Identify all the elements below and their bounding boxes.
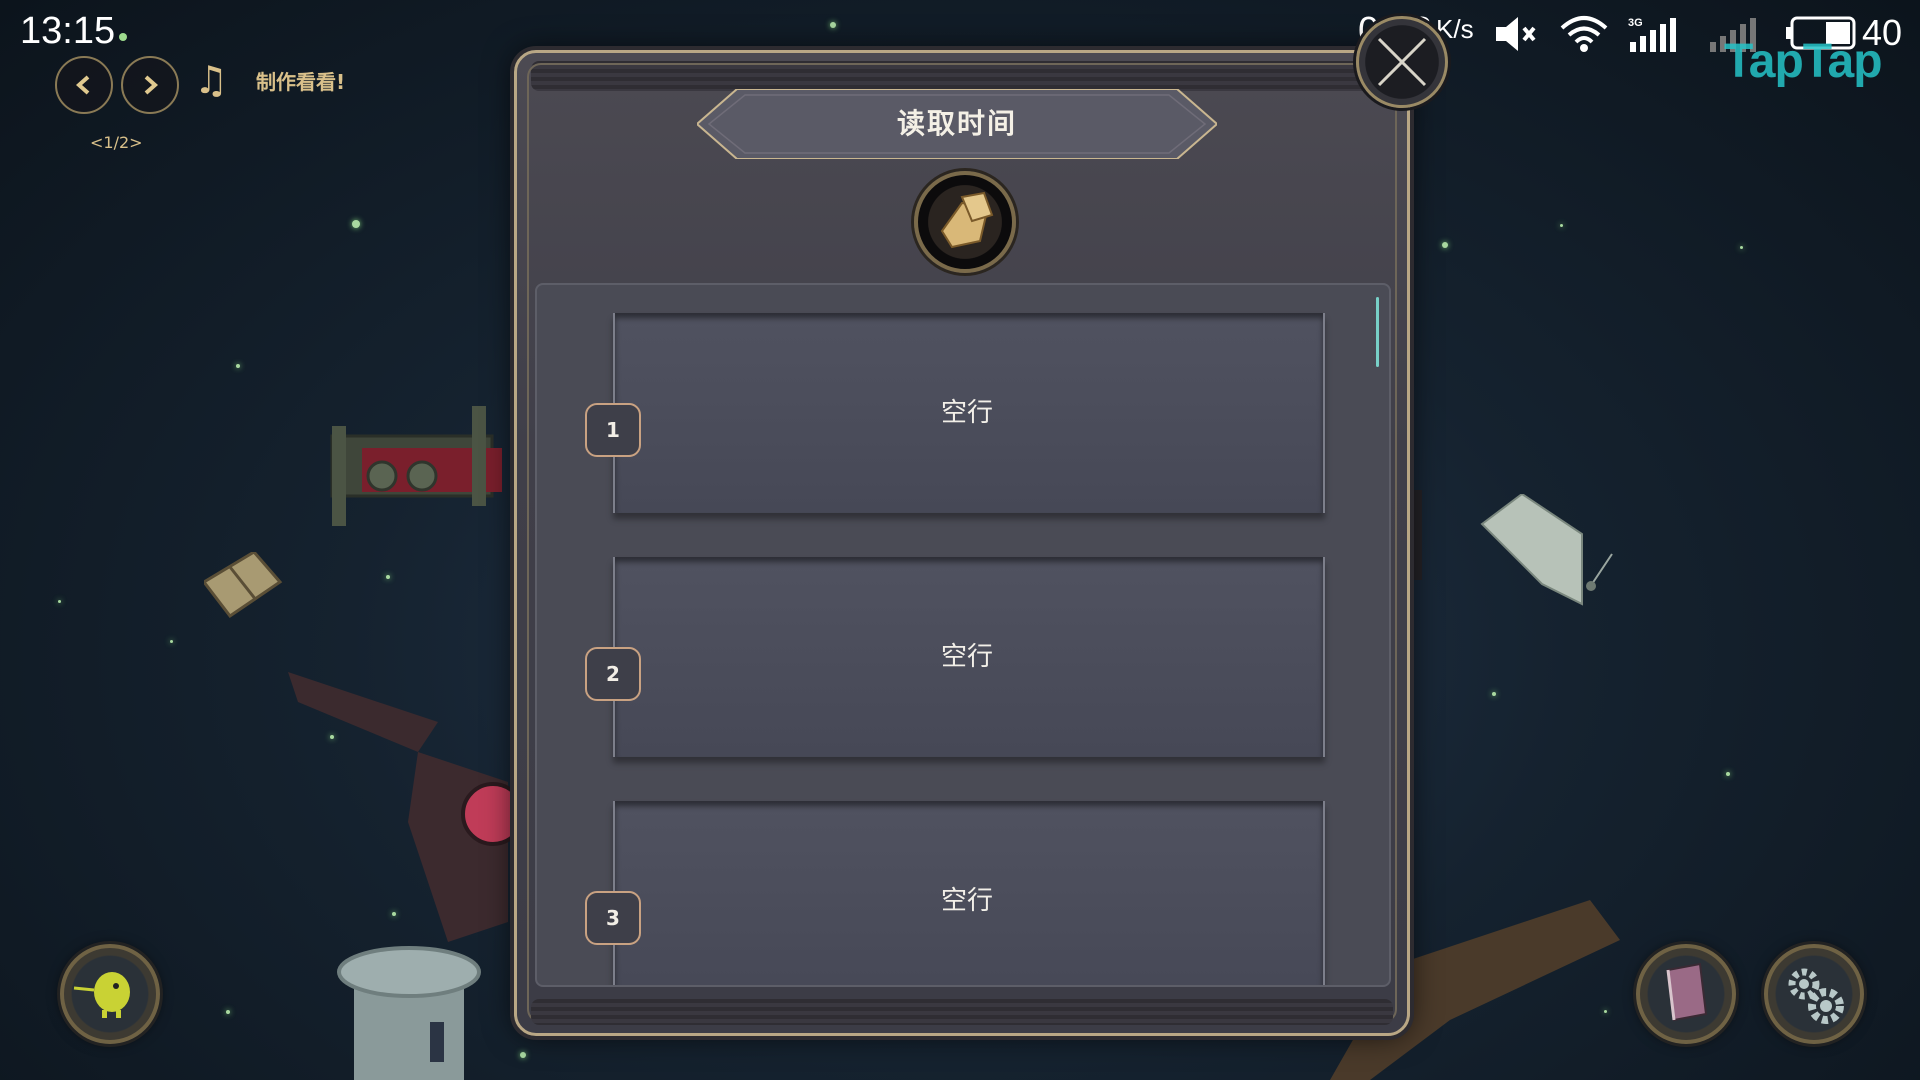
chevron-right-icon	[144, 75, 159, 95]
save-slot-3[interactable]: 3 空行	[537, 773, 1389, 985]
save-slot-label: 空行	[940, 398, 993, 428]
floating-chair-decoration	[288, 672, 525, 942]
scroll-parchment-icon	[940, 191, 994, 249]
dialog-title: 读取时间	[896, 107, 1017, 140]
settings-button[interactable]	[1764, 944, 1864, 1044]
notification-dot	[119, 33, 127, 41]
floating-book-decoration	[204, 552, 283, 619]
next-button[interactable]	[121, 56, 179, 114]
floating-bed-decoration	[330, 406, 502, 526]
gear-icon	[1788, 968, 1844, 1024]
save-slot-1[interactable]: 1 空行	[537, 285, 1389, 513]
wifi-icon	[1560, 16, 1608, 52]
book-icon	[1666, 962, 1708, 1022]
close-icon	[1377, 37, 1427, 87]
save-slot-list[interactable]: 1 空行 2 空行 3 空行	[535, 283, 1391, 987]
character-icon	[73, 972, 130, 1018]
taptap-watermark: TapTap	[1724, 35, 1883, 88]
save-slot-label: 空行	[940, 886, 993, 916]
page-indicator: <1/2>	[90, 133, 143, 152]
title-plate: 读取时间	[697, 89, 1217, 159]
signal-3g-icon: 3G	[1628, 17, 1676, 52]
floating-letter-decoration	[1480, 494, 1613, 606]
chevron-left-icon	[75, 75, 90, 95]
mute-icon	[1496, 17, 1536, 51]
load-save-dialog: 读取时间 1 空行 2 空行 3 空行	[514, 50, 1410, 1036]
music-label[interactable]: 制作看看!	[256, 66, 345, 95]
music-note-icon[interactable]: ♫	[194, 58, 228, 102]
book-button[interactable]	[1636, 944, 1736, 1044]
close-button[interactable]	[1356, 16, 1448, 108]
save-slot-2[interactable]: 2 空行	[537, 529, 1389, 757]
emblem	[914, 171, 1016, 273]
save-slot-label: 空行	[940, 642, 993, 672]
status-time: 13:15	[20, 10, 116, 52]
dialog-bottom-bar	[531, 999, 1393, 1025]
svg-text:3G: 3G	[1628, 17, 1643, 29]
character-button[interactable]	[60, 944, 160, 1044]
previous-button[interactable]	[55, 56, 113, 114]
floating-tower-decoration	[337, 946, 481, 1080]
